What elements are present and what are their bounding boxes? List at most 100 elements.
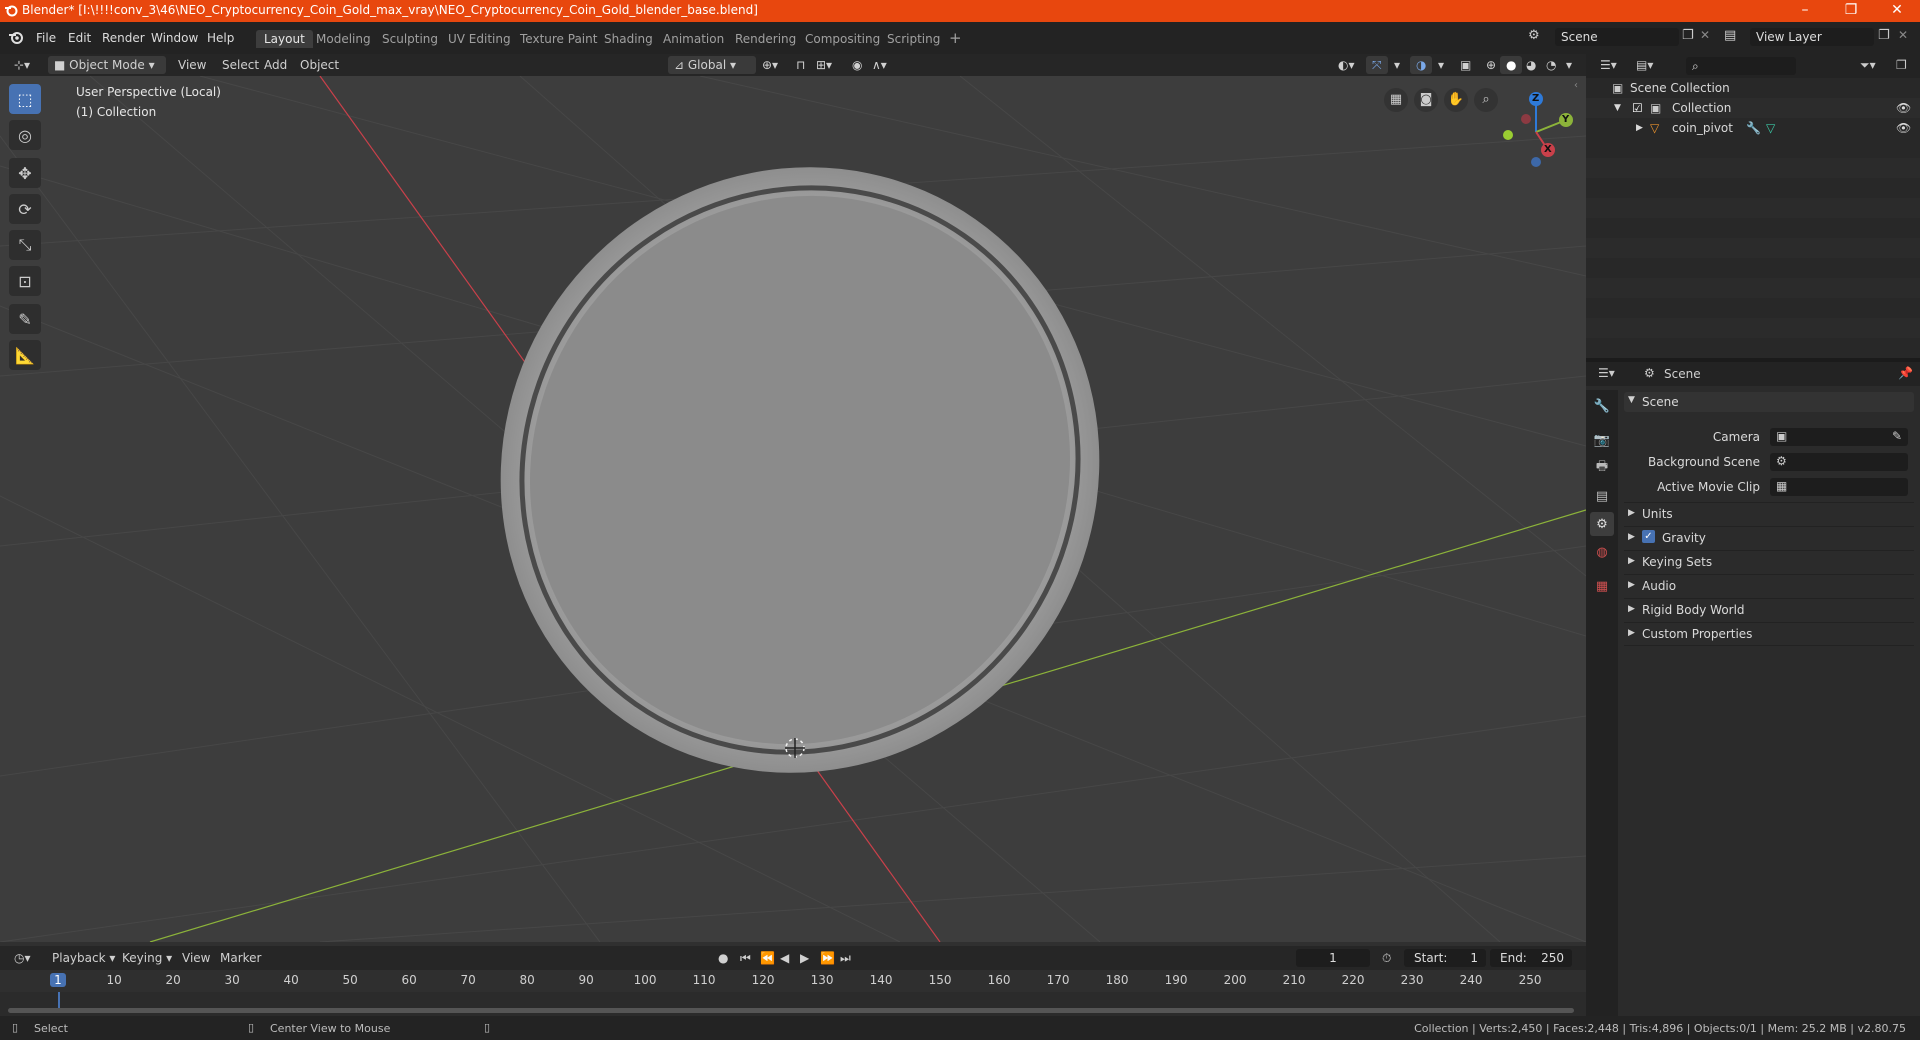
outliner-row-coin-pivot[interactable]: ▶ ▽ coin_pivot 🔧 ▽ 👁 (1586, 118, 1920, 138)
scene-tab-icon[interactable]: ⚙ (1590, 512, 1614, 536)
tab-shading[interactable]: Shading (596, 30, 661, 48)
falloff-icon[interactable]: ∧▾ (866, 56, 893, 74)
toggle-grid-icon[interactable]: ▦ (1384, 88, 1408, 112)
scene-field[interactable]: Scene (1555, 28, 1679, 46)
view-layer-tab-icon[interactable]: ▤ (1590, 484, 1614, 508)
filter-icon[interactable]: ⏷▾ (1860, 58, 1876, 73)
add-workspace-button[interactable]: + (941, 27, 970, 49)
expand-arrow-icon[interactable]: ▼ (1614, 98, 1621, 118)
blender-menu-icon[interactable] (8, 29, 24, 45)
transform-orientation-dropdown[interactable]: ⊿ Global ▾ (668, 56, 756, 74)
view-layer-field[interactable]: View Layer (1750, 28, 1874, 46)
new-view-layer-icon[interactable]: ❐ (1878, 28, 1890, 43)
world-tab-icon[interactable]: ◍ (1590, 540, 1614, 564)
editor-type-icon[interactable]: ⊹▾ (8, 56, 36, 74)
active-movie-clip-field[interactable]: ▦ (1770, 478, 1908, 496)
cursor-tool-icon[interactable]: ◎ (9, 120, 41, 150)
timeline-menu-keying[interactable]: Keying ▾ (116, 949, 178, 967)
maximize-button[interactable]: ❐ (1828, 0, 1874, 22)
zoom-icon[interactable]: ⌕ (1474, 88, 1498, 112)
checkbox-icon[interactable]: ☑ (1632, 98, 1643, 118)
modifier-wrench-icon[interactable]: 🔧 (1746, 118, 1761, 138)
units-panel-header[interactable]: ▶ Units (1624, 502, 1914, 525)
object-mode-dropdown[interactable]: ■ Object Mode ▾ (48, 56, 166, 74)
preview-range-icon[interactable]: ⏱ (1376, 949, 1397, 967)
tab-uv-editing[interactable]: UV Editing (440, 30, 519, 48)
mesh-data-icon[interactable]: ▽ (1766, 118, 1775, 138)
tab-modeling[interactable]: Modeling (308, 30, 379, 48)
texture-tab-icon[interactable]: ▦ (1590, 574, 1614, 598)
scene-browse-icon[interactable]: ⚙ (1528, 28, 1540, 43)
tab-animation[interactable]: Animation (655, 30, 732, 48)
tab-sculpting[interactable]: Sculpting (374, 30, 446, 48)
jump-end-icon[interactable]: ⏭ (834, 949, 857, 967)
overlay-dropdown-icon[interactable]: ▾ (1432, 56, 1450, 74)
snap-icon[interactable]: ⊓ (790, 56, 811, 74)
gizmo-dropdown-icon[interactable]: ▾ (1388, 56, 1406, 74)
tab-scripting[interactable]: Scripting (879, 30, 948, 48)
new-collection-icon[interactable]: ❐ (1896, 58, 1907, 72)
pan-hand-icon[interactable]: ✋ (1444, 88, 1468, 112)
xray-icon[interactable]: ▣ (1454, 56, 1477, 74)
transform-tool-icon[interactable]: ⊡ (9, 266, 41, 296)
rotate-tool-icon[interactable]: ⟳ (9, 194, 41, 224)
select-box-tool-icon[interactable]: ⬚ (9, 84, 41, 114)
outliner-row-scene-collection[interactable]: ▣ Scene Collection (1586, 78, 1920, 98)
gizmo-toggle-icon[interactable]: ⤧ (1366, 56, 1388, 74)
keying-sets-panel-header[interactable]: ▶ Keying Sets (1624, 550, 1914, 573)
audio-panel-header[interactable]: ▶ Audio (1624, 574, 1914, 597)
start-frame-field[interactable]: Start: 1 (1404, 949, 1486, 967)
gravity-checkbox[interactable]: ✓ (1642, 530, 1655, 543)
view-layer-browse-icon[interactable]: ▤ (1724, 28, 1736, 43)
3d-viewport[interactable]: User Perspective (Local) (1) Collection … (0, 76, 1586, 942)
outliner-row-collection[interactable]: ▼ ☑ ▣ Collection 👁 (1586, 98, 1920, 118)
sidebar-toggle-icon[interactable]: ‹ (1574, 80, 1578, 91)
tab-texture-paint[interactable]: Texture Paint (512, 30, 605, 48)
viewport-menu-add[interactable]: Add (258, 56, 293, 74)
viewport-menu-view[interactable]: View (172, 56, 212, 74)
object-visibility-eye-icon[interactable]: 👁 (1896, 118, 1911, 138)
overlay-toggle-icon[interactable]: ◑ (1410, 56, 1433, 74)
output-tab-icon[interactable]: 🖶 (1590, 456, 1614, 480)
end-frame-field[interactable]: End: 250 (1490, 949, 1572, 967)
menu-file[interactable]: File (30, 29, 62, 47)
pin-icon[interactable]: 📌 (1898, 366, 1913, 380)
menu-window[interactable]: Window (145, 29, 204, 47)
menu-render[interactable]: Render (96, 29, 151, 47)
remove-view-layer-icon[interactable]: ✕ (1898, 28, 1908, 42)
play-reverse-icon[interactable]: ◀ (774, 949, 795, 967)
pivot-point-icon[interactable]: ⊕▾ (756, 56, 784, 74)
camera-field[interactable]: ▣ ✎ (1770, 428, 1908, 446)
play-icon[interactable]: ▶ (794, 949, 815, 967)
eyedropper-icon[interactable]: ✎ (1892, 429, 1902, 443)
timeline-menu-playback[interactable]: Playback ▾ (46, 949, 121, 967)
expand-arrow-icon[interactable]: ▶ (1636, 118, 1643, 138)
minimize-button[interactable]: – (1782, 0, 1828, 22)
render-tab-icon[interactable]: 📷 (1590, 428, 1614, 452)
close-button[interactable]: ✕ (1874, 0, 1920, 22)
background-scene-field[interactable]: ⚙ (1770, 453, 1908, 471)
outliner-editor-icon[interactable]: ☰▾ (1600, 58, 1617, 72)
properties-editor-icon[interactable]: ☰▾ (1598, 366, 1615, 380)
rigid-body-world-panel-header[interactable]: ▶ Rigid Body World (1624, 598, 1914, 621)
shading-wireframe-icon[interactable]: ⊕ (1480, 56, 1502, 74)
remove-scene-icon[interactable]: ✕ (1700, 28, 1710, 42)
viewport-menu-object[interactable]: Object (294, 56, 345, 74)
new-scene-icon[interactable]: ❐ (1682, 28, 1694, 43)
menu-help[interactable]: Help (201, 29, 240, 47)
tab-layout[interactable]: Layout (256, 30, 313, 48)
tool-tab-icon[interactable]: 🔧 (1590, 394, 1614, 418)
collection-visibility-eye-icon[interactable]: 👁 (1896, 98, 1911, 118)
timeline-scrollbar[interactable] (8, 1008, 1574, 1013)
outliner-search-input[interactable]: ⌕ (1686, 57, 1796, 75)
visibility-icon[interactable]: ◐▾ (1332, 56, 1361, 74)
timeline-menu-marker[interactable]: Marker (214, 949, 267, 967)
scene-panel-header[interactable]: ▼ Scene (1624, 392, 1914, 412)
tab-compositing[interactable]: Compositing (797, 30, 888, 48)
move-tool-icon[interactable]: ✥ (9, 158, 41, 188)
navigation-gizmo[interactable] (1496, 84, 1586, 174)
camera-view-icon[interactable]: ◙ (1414, 88, 1438, 112)
timeline-menu-view[interactable]: View (176, 949, 216, 967)
menu-edit[interactable]: Edit (62, 29, 97, 47)
display-mode-icon[interactable]: ▤▾ (1636, 58, 1653, 72)
